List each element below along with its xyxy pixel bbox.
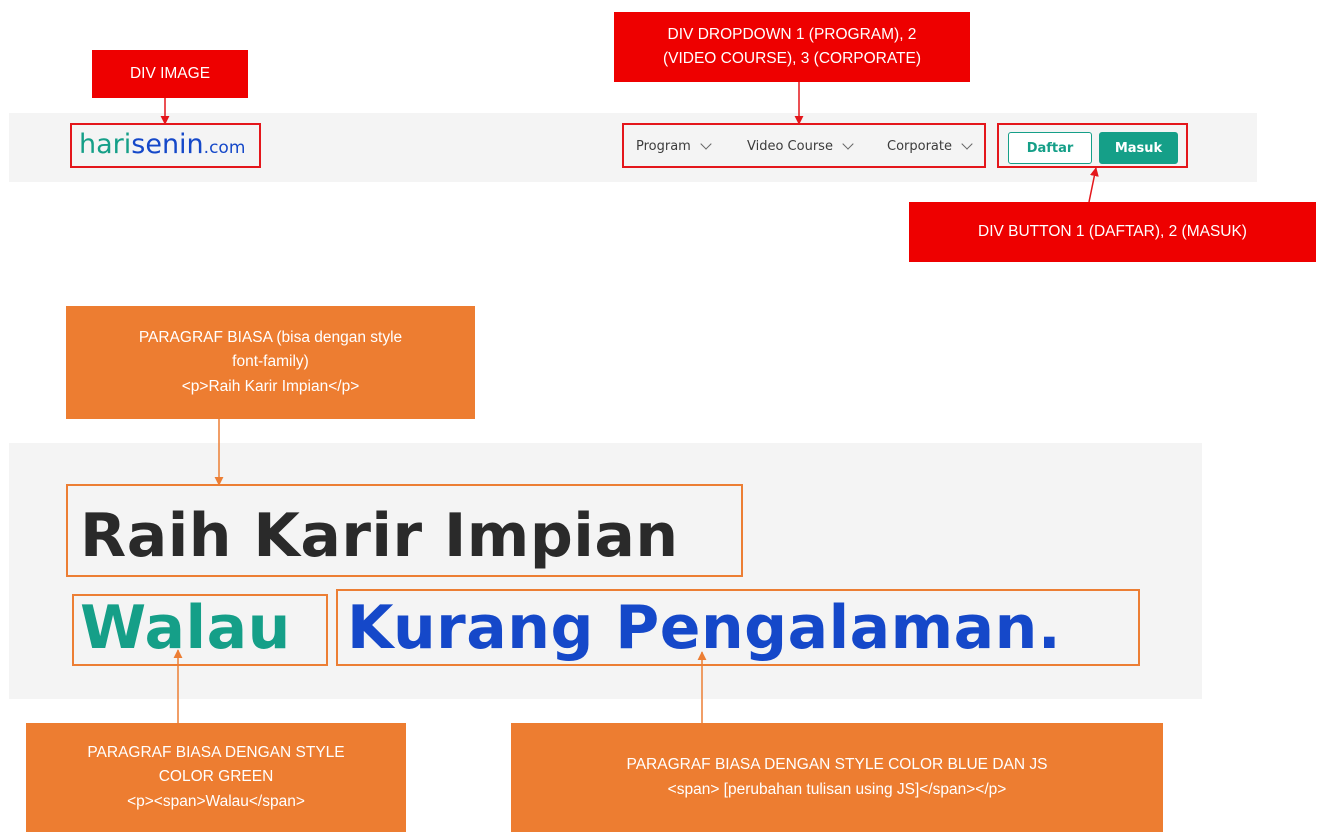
paragraf-green-label-line1: PARAGRAF BIASA DENGAN STYLE	[87, 744, 345, 762]
walau-outline	[72, 594, 328, 666]
paragraf-blue-label: PARAGRAF BIASA DENGAN STYLE COLOR BLUE D…	[511, 723, 1163, 832]
div-button-outline	[997, 123, 1188, 168]
paragraf-blue-label-line1: PARAGRAF BIASA DENGAN STYLE COLOR BLUE D…	[626, 756, 1048, 774]
paragraf-biasa-label-line2: font-family)	[232, 353, 309, 371]
div-dropdown-label-line1: DIV DROPDOWN 1 (PROGRAM), 2	[667, 25, 917, 43]
div-button-label: DIV BUTTON 1 (DAFTAR), 2 (MASUK)	[909, 202, 1316, 262]
div-image-label-text: DIV IMAGE	[129, 64, 211, 82]
paragraf-biasa-label-line3: <p>Raih Karir Impian</p>	[181, 377, 360, 395]
div-dropdown-outline	[622, 123, 986, 168]
div-button-label-text: DIV BUTTON 1 (DAFTAR), 2 (MASUK)	[978, 222, 1247, 240]
paragraf-biasa-outline	[66, 484, 743, 577]
paragraf-biasa-label-line1: PARAGRAF BIASA (bisa dengan style	[138, 329, 403, 347]
div-dropdown-label-line2: (VIDEO COURSE), 3 (CORPORATE)	[662, 50, 922, 67]
div-image-outline	[70, 123, 261, 168]
paragraf-green-label: PARAGRAF BIASA DENGAN STYLE COLOR GREEN …	[26, 723, 406, 832]
paragraf-green-label-line3: <p><span>Walau</span>	[127, 792, 305, 810]
paragraf-biasa-label: PARAGRAF BIASA (bisa dengan style font-f…	[66, 306, 475, 419]
kurang-pengalaman-outline	[336, 589, 1140, 666]
div-dropdown-label: DIV DROPDOWN 1 (PROGRAM), 2 (VIDEO COURS…	[614, 12, 970, 82]
div-image-label: DIV IMAGE	[92, 50, 248, 98]
paragraf-blue-label-line2: <span> [perubahan tulisan using JS]</spa…	[667, 780, 1007, 798]
paragraf-green-label-line2: COLOR GREEN	[158, 768, 274, 786]
